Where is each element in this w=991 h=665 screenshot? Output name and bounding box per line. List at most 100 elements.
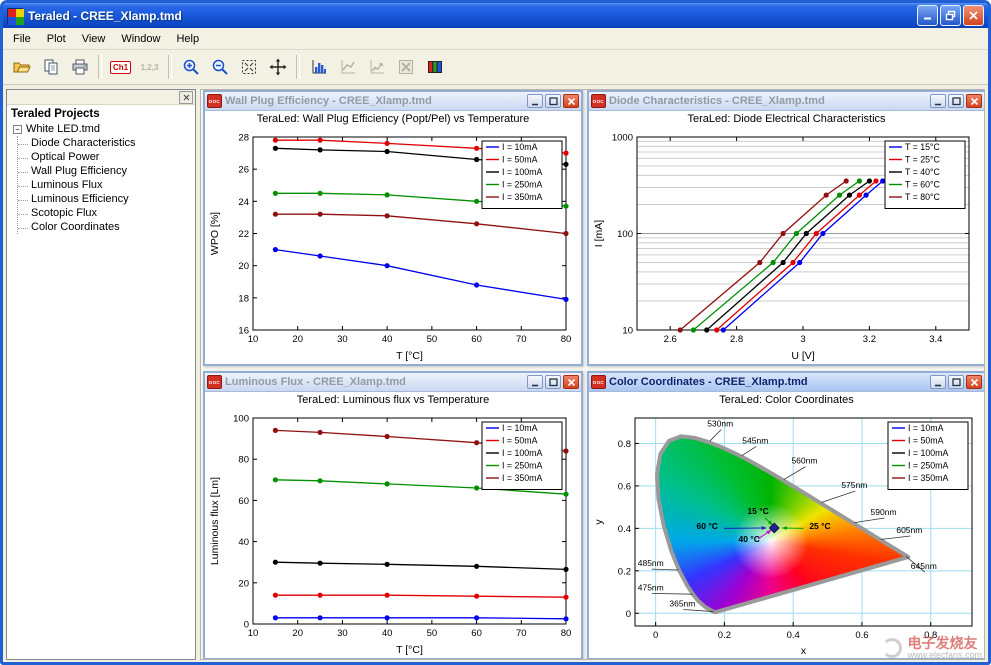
child-titlebar[interactable]: DOC Wall Plug Efficiency - CREE_Xlamp.tm…: [205, 92, 581, 111]
color-plot-button[interactable]: [421, 54, 448, 81]
svg-text:I = 250mA: I = 250mA: [502, 180, 542, 190]
tree-item-luminous-efficiency[interactable]: Luminous Efficiency: [18, 192, 191, 206]
tree-item-scotopic-flux[interactable]: Scotopic Flux: [18, 206, 191, 220]
open-file-button[interactable]: [8, 54, 35, 81]
svg-text:30: 30: [337, 334, 348, 345]
print-button[interactable]: [66, 54, 93, 81]
svg-text:40: 40: [238, 537, 249, 548]
panel-title: Teraled Projects: [7, 105, 195, 122]
zoom-in-button[interactable]: [177, 54, 204, 81]
zoom-out-button[interactable]: [206, 54, 233, 81]
svg-text:U [V]: U [V]: [791, 350, 814, 362]
child-close-button[interactable]: [966, 375, 982, 389]
svg-text:T = 15°C: T = 15°C: [905, 142, 941, 152]
svg-text:18: 18: [238, 293, 249, 304]
svg-text:590nm: 590nm: [871, 507, 897, 517]
svg-text:80: 80: [238, 455, 249, 466]
color-plot-icon: [426, 58, 444, 76]
tree-item-color-coordinates[interactable]: Color Coordinates: [18, 220, 191, 234]
menu-item-view[interactable]: View: [74, 31, 114, 47]
close-button[interactable]: [963, 5, 984, 26]
svg-text:40 °C: 40 °C: [738, 534, 759, 544]
svg-text:10: 10: [248, 334, 259, 345]
child-maximize-button[interactable]: [948, 94, 964, 108]
open-folder-icon: [12, 58, 31, 76]
zoom-in-icon: [182, 58, 200, 76]
window-wall-plug-efficiency[interactable]: DOC Wall Plug Efficiency - CREE_Xlamp.tm…: [203, 90, 583, 366]
svg-text:I = 350mA: I = 350mA: [908, 473, 948, 483]
menu-item-help[interactable]: Help: [168, 31, 207, 47]
svg-text:25 °C: 25 °C: [809, 521, 830, 531]
svg-text:20: 20: [292, 628, 303, 639]
svg-text:I = 10mA: I = 10mA: [908, 423, 944, 433]
svg-text:530nm: 530nm: [707, 418, 733, 428]
child-minimize-button[interactable]: [527, 375, 543, 389]
titlebar[interactable]: Teraled - CREE_Xlamp.tmd: [3, 3, 988, 28]
minimize-button[interactable]: [917, 5, 938, 26]
child-minimize-button[interactable]: [930, 94, 946, 108]
menu-item-file[interactable]: File: [5, 31, 39, 47]
svg-text:1000: 1000: [612, 133, 633, 144]
menu-item-window[interactable]: Window: [113, 31, 168, 47]
child-titlebar[interactable]: DOC Luminous Flux - CREE_Xlamp.tmd: [205, 373, 581, 392]
panel-close-button[interactable]: [179, 91, 193, 104]
document-icon: DOC: [207, 375, 222, 389]
child-maximize-button[interactable]: [545, 375, 561, 389]
line-plot2-button[interactable]: [363, 54, 390, 81]
svg-text:28: 28: [238, 133, 249, 144]
menu-item-plot[interactable]: Plot: [39, 31, 74, 47]
child-close-button[interactable]: [563, 94, 579, 108]
svg-text:50: 50: [427, 334, 438, 345]
svg-text:I = 10mA: I = 10mA: [502, 423, 538, 433]
export-table-icon: [397, 58, 415, 76]
child-minimize-button[interactable]: [527, 94, 543, 108]
channel1-icon: Ch1: [110, 61, 131, 74]
content-area: Teraled Projects − White LED.tmd Diode C…: [3, 85, 988, 664]
child-maximize-button[interactable]: [948, 375, 964, 389]
child-titlebar[interactable]: DOC Diode Characteristics - CREE_Xlamp.t…: [589, 92, 984, 111]
svg-text:30: 30: [337, 628, 348, 639]
copy-button[interactable]: [37, 54, 64, 81]
svg-text:I [mA]: I [mA]: [593, 220, 605, 248]
fit-view-button[interactable]: [235, 54, 262, 81]
channel1-button[interactable]: Ch1: [107, 54, 134, 81]
svg-text:3.2: 3.2: [863, 334, 876, 345]
document-icon: DOC: [591, 375, 606, 389]
svg-text:I = 10mA: I = 10mA: [502, 142, 538, 152]
collapse-icon[interactable]: −: [13, 125, 22, 134]
child-minimize-button[interactable]: [930, 375, 946, 389]
svg-text:T [°C]: T [°C]: [396, 644, 423, 656]
svg-text:I = 50mA: I = 50mA: [502, 436, 538, 446]
tree-item-optical-power[interactable]: Optical Power: [18, 150, 191, 164]
pan-button[interactable]: [264, 54, 291, 81]
toolbar-separator: [168, 55, 172, 79]
chart-title: TeraLed: Color Coordinates: [591, 394, 982, 410]
svg-text:60: 60: [471, 628, 482, 639]
restore-button[interactable]: [940, 5, 961, 26]
child-titlebar[interactable]: DOC Color Coordinates - CREE_Xlamp.tmd: [589, 373, 984, 392]
child-maximize-button[interactable]: [545, 94, 561, 108]
child-close-button[interactable]: [966, 94, 982, 108]
chart-title: TeraLed: Diode Electrical Characteristic…: [591, 113, 982, 129]
window-color-coordinates[interactable]: DOC Color Coordinates - CREE_Xlamp.tmd T…: [587, 371, 985, 660]
child-close-button[interactable]: [563, 375, 579, 389]
tree-item-diode-characteristics[interactable]: Diode Characteristics: [18, 136, 191, 150]
svg-text:I = 50mA: I = 50mA: [908, 436, 944, 446]
histogram-button[interactable]: [305, 54, 332, 81]
export-table-button[interactable]: [392, 54, 419, 81]
project-tree: − White LED.tmd Diode CharacteristicsOpt…: [7, 122, 195, 238]
window-luminous-flux[interactable]: DOC Luminous Flux - CREE_Xlamp.tmd TeraL…: [203, 371, 583, 660]
tree-item-luminous-flux[interactable]: Luminous Flux: [18, 178, 191, 192]
svg-text:3.4: 3.4: [929, 334, 942, 345]
histogram-icon: [310, 58, 328, 76]
numbers-button[interactable]: 1,2,3: [136, 54, 163, 81]
tree-root-white-led[interactable]: − White LED.tmd: [13, 122, 191, 136]
svg-text:WPO [%]: WPO [%]: [209, 212, 221, 255]
tree-children: Diode CharacteristicsOptical PowerWall P…: [17, 136, 191, 234]
svg-text:605nm: 605nm: [896, 525, 922, 535]
tree-item-wall-plug-efficiency[interactable]: Wall Plug Efficiency: [18, 164, 191, 178]
elecfans-logo-icon: [882, 638, 902, 658]
window-diode-characteristics[interactable]: DOC Diode Characteristics - CREE_Xlamp.t…: [587, 90, 985, 366]
chart-title: TeraLed: Luminous flux vs Temperature: [207, 394, 579, 410]
line-plot-button[interactable]: [334, 54, 361, 81]
